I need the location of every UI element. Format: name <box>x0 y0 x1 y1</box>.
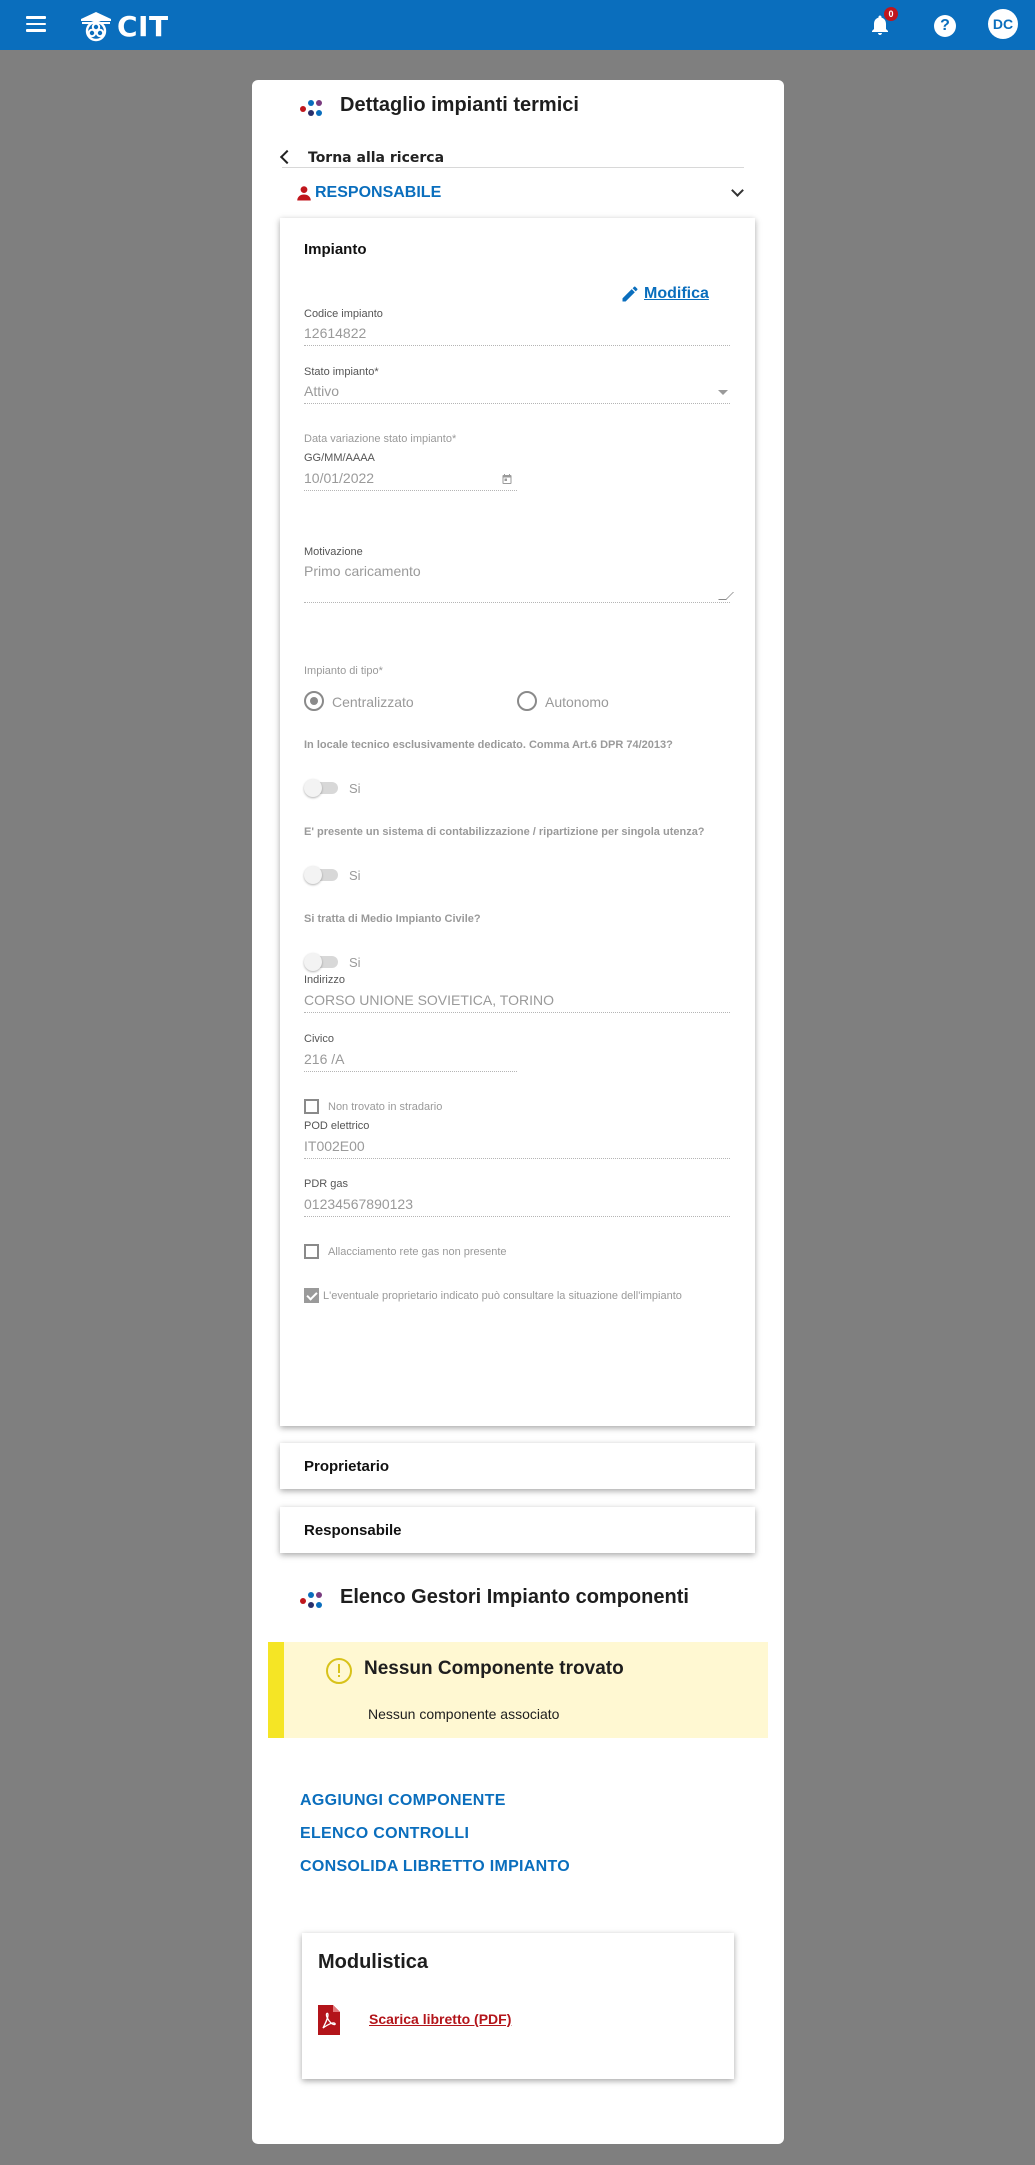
data-variazione-label: Data variazione stato impianto* <box>304 433 457 445</box>
back-to-search-link[interactable]: Torna alla ricerca <box>279 149 744 168</box>
impianto-tipo-label: Impianto di tipo* <box>304 665 383 677</box>
motivazione-textarea[interactable]: Primo caricamento <box>304 563 730 603</box>
pdr-field[interactable]: 01234567890123 <box>304 1196 730 1217</box>
civico-label: Civico <box>304 1033 334 1045</box>
responsabile-title: Responsabile <box>304 1522 402 1539</box>
alert-title: Nessun Componente trovato <box>364 1658 624 1679</box>
non-trovato-checkbox[interactable] <box>304 1099 319 1114</box>
consolida-libretto-link[interactable]: CONSOLIDA LIBRETTO IMPIANTO <box>300 1858 570 1876</box>
stato-impianto-select[interactable]: Attivo <box>304 383 730 404</box>
indirizzo-label: Indirizzo <box>304 974 345 986</box>
codice-impianto-field[interactable]: 12614822 <box>304 325 730 346</box>
locale-tecnico-toggle-label: Si <box>349 781 361 796</box>
civico-field[interactable]: 216 /A <box>304 1051 517 1072</box>
warning-circle-icon <box>326 1658 352 1684</box>
autonomo-label: Autonomo <box>545 694 609 710</box>
codice-impianto-label: Codice impianto <box>304 308 383 320</box>
cit-logo-icon <box>81 12 111 42</box>
modifica-label: Modifica <box>644 285 709 302</box>
proprietario-panel[interactable]: Proprietario <box>280 1443 755 1489</box>
elenco-controlli-link[interactable]: ELENCO CONTROLLI <box>300 1825 469 1843</box>
pod-label: POD elettrico <box>304 1120 370 1132</box>
gestori-title: Elenco Gestori Impianto componenti <box>340 1586 689 1608</box>
radio-autonomo[interactable] <box>517 691 537 711</box>
impianto-title: Impianto <box>304 241 367 258</box>
edit-pencil-icon <box>622 286 638 302</box>
top-app-bar: CIT 0 ? DC <box>0 0 1035 50</box>
person-icon <box>297 186 311 201</box>
medio-impianto-question: Si tratta di Medio Impianto Civile? <box>304 913 481 925</box>
contabilizzazione-question: E' presente un sistema di contabilizzazi… <box>304 826 705 838</box>
calendar-icon[interactable] <box>501 473 513 485</box>
responsabile-panel[interactable]: Responsabile <box>280 1507 755 1553</box>
proprietario-consulta-checkbox[interactable] <box>304 1288 319 1303</box>
modifica-button[interactable]: Modifica <box>620 284 709 304</box>
responsabile-header-label: RESPONSABILE <box>315 184 442 201</box>
app-logo[interactable]: CIT <box>78 9 169 43</box>
no-components-alert: Nessun Componente trovato Nessun compone… <box>268 1642 768 1738</box>
dropdown-arrow-icon[interactable] <box>718 390 728 395</box>
data-variazione-input[interactable]: 10/01/2022 <box>304 470 517 491</box>
pdr-label: PDR gas <box>304 1178 349 1190</box>
date-format-label: GG/MM/AAAA <box>304 452 375 464</box>
dots-logo-icon <box>300 1590 324 1610</box>
non-trovato-label: Non trovato in stradario <box>328 1101 443 1113</box>
app-name: CIT <box>117 9 169 43</box>
dots-logo-icon <box>300 98 324 118</box>
indirizzo-field[interactable]: CORSO UNIONE SOVIETICA, TORINO <box>304 992 730 1013</box>
notification-count-badge: 0 <box>884 7 898 21</box>
page-title: Dettaglio impianti termici <box>340 94 579 116</box>
locale-tecnico-question: In locale tecnico esclusivamente dedicat… <box>304 739 673 751</box>
user-avatar[interactable]: DC <box>988 9 1018 39</box>
pdf-file-icon[interactable] <box>318 2005 340 2035</box>
aggiungi-componente-link[interactable]: AGGIUNGI COMPONENTE <box>300 1792 506 1810</box>
proprietario-consulta-label: L'eventuale proprietario indicato può co… <box>323 1290 682 1302</box>
responsabile-accordion-header[interactable]: RESPONSABILE <box>295 182 750 206</box>
medio-impianto-toggle[interactable] <box>304 953 340 971</box>
chevron-down-icon <box>731 184 744 197</box>
modulistica-title: Modulistica <box>318 1951 429 1973</box>
scarica-libretto-link[interactable]: Scarica libretto (PDF) <box>369 2011 511 2027</box>
contabilizzazione-toggle-label: Si <box>349 868 361 883</box>
modulistica-card: Modulistica Scarica libretto (PDF) <box>302 1933 734 2079</box>
back-label: Torna alla ricerca <box>308 150 445 166</box>
centralizzato-label: Centralizzato <box>332 694 414 710</box>
help-icon[interactable]: ? <box>934 15 956 37</box>
menu-icon[interactable] <box>26 16 46 32</box>
allacciamento-checkbox[interactable] <box>304 1244 319 1259</box>
contabilizzazione-toggle[interactable] <box>304 866 340 884</box>
motivazione-label: Motivazione <box>304 546 363 558</box>
alert-message: Nessun componente associato <box>368 1706 560 1722</box>
proprietario-title: Proprietario <box>304 1458 390 1475</box>
radio-centralizzato[interactable] <box>304 691 324 711</box>
pod-field[interactable]: IT002E00 <box>304 1138 730 1159</box>
allacciamento-label: Allacciamento rete gas non presente <box>328 1246 507 1258</box>
stato-impianto-label: Stato impianto* <box>304 366 379 378</box>
locale-tecnico-toggle[interactable] <box>304 779 340 797</box>
medio-impianto-toggle-label: Si <box>349 955 361 970</box>
chevron-left-icon <box>279 149 295 165</box>
